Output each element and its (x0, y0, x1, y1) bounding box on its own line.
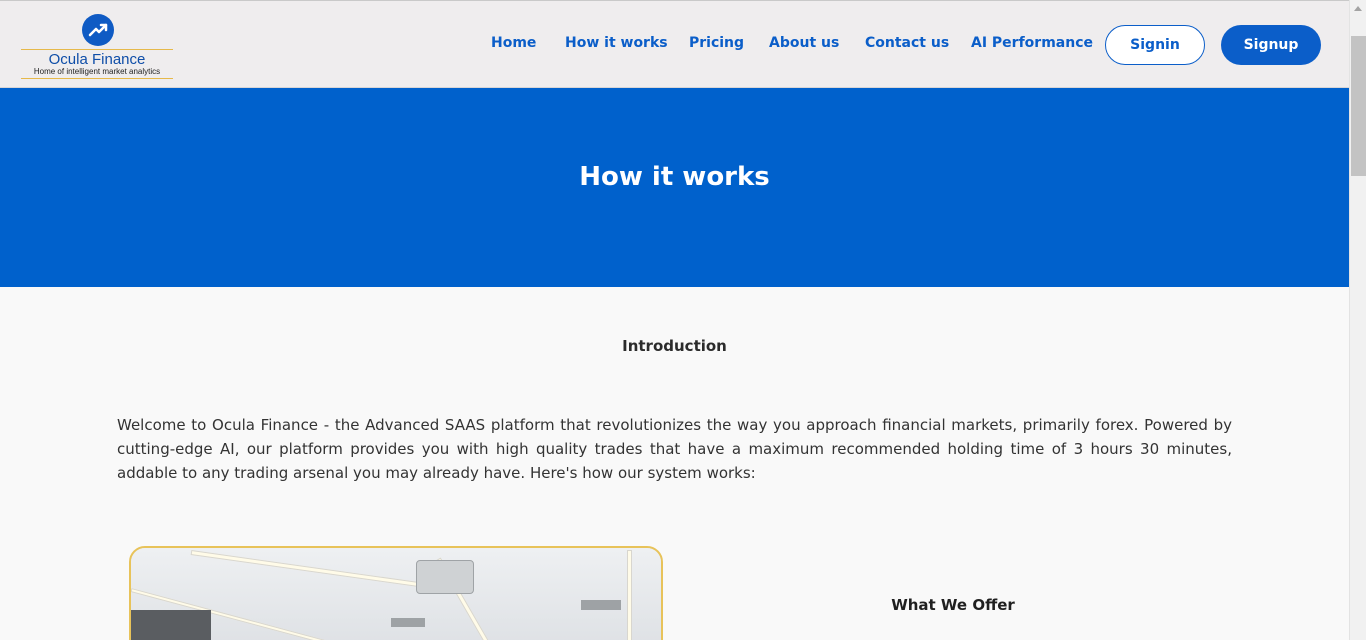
brand-logo[interactable]: Ocula Finance Home of intelligent market… (21, 13, 173, 81)
nav-about-us[interactable]: About us (769, 35, 839, 51)
scrollbar-thumb[interactable] (1351, 36, 1366, 176)
trend-up-icon (82, 14, 114, 46)
nav-how-it-works[interactable]: How it works (565, 35, 668, 51)
page-title: How it works (579, 162, 770, 192)
nav-ai-performance[interactable]: AI Performance (971, 35, 1093, 51)
ceiling-vent (581, 600, 621, 610)
brand-tagline: Home of intelligent market analytics (21, 67, 173, 79)
ceiling-vent (391, 618, 425, 627)
intro-heading: Introduction (622, 337, 727, 355)
hero-banner: How it works (0, 88, 1349, 287)
signin-button[interactable]: Signin (1105, 25, 1205, 65)
nav-contact-us[interactable]: Contact us (865, 35, 949, 51)
nav-pricing[interactable]: Pricing (689, 35, 744, 51)
page-scrollbar[interactable] (1349, 0, 1366, 640)
signup-button[interactable]: Signup (1221, 25, 1321, 65)
ceiling-light (627, 550, 632, 640)
brand-name: Ocula Finance (21, 49, 173, 69)
projector (416, 560, 474, 594)
office-photo (129, 546, 663, 640)
nav-home[interactable]: Home (491, 35, 536, 51)
top-navbar: Ocula Finance Home of intelligent market… (0, 0, 1349, 88)
what-we-offer-heading: What We Offer (891, 596, 1015, 614)
window-wall (131, 610, 211, 640)
scroll-up-icon[interactable] (1354, 6, 1362, 11)
intro-paragraph: Welcome to Ocula Finance - the Advanced … (117, 416, 1232, 482)
